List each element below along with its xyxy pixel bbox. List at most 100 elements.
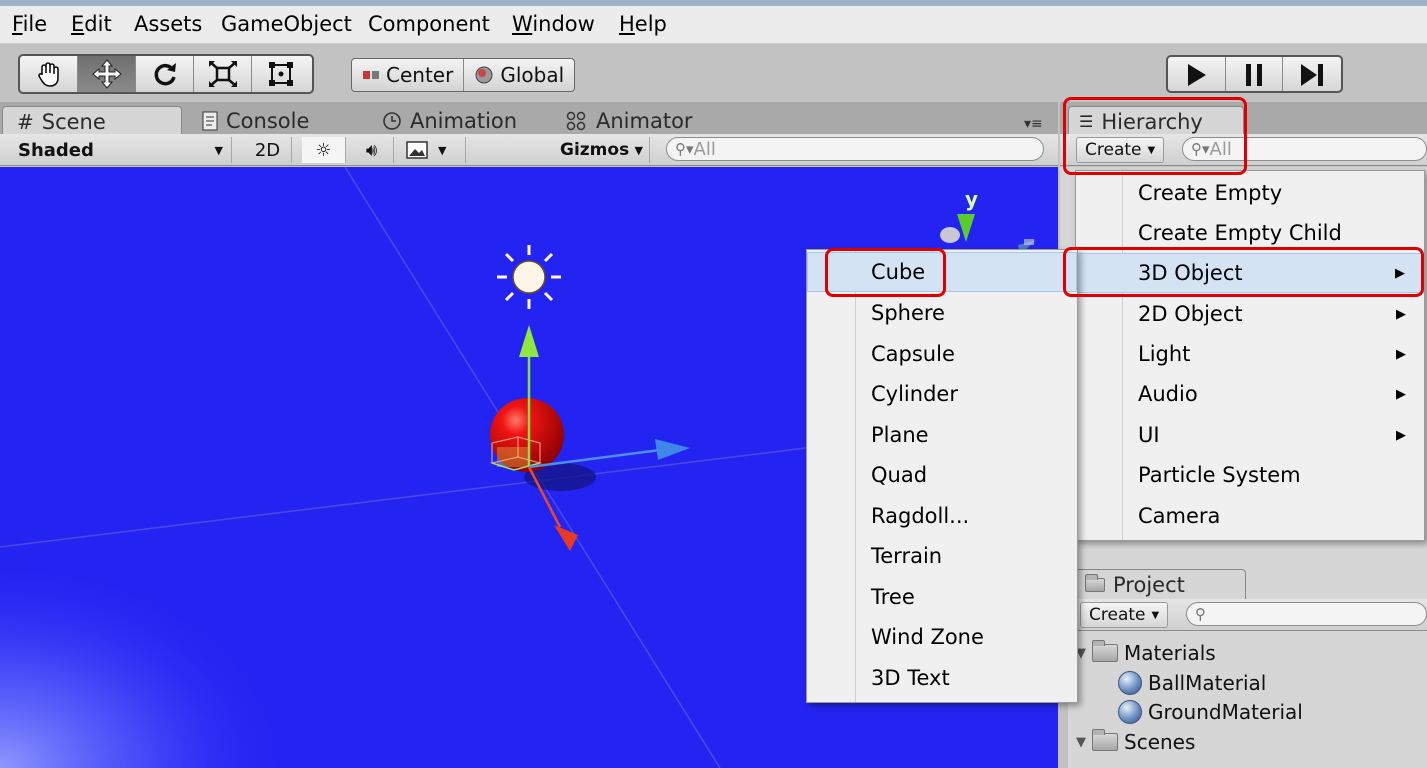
audio-toggle[interactable]: 🔊︎ [350, 137, 394, 163]
menu-item-create-empty[interactable]: Create Empty [1076, 173, 1424, 213]
pivot-center-label: Center [386, 63, 454, 87]
project-toolbar: Create ▼ ⚲ [1068, 599, 1427, 631]
menu-item-terrain[interactable]: Terrain [807, 536, 1077, 576]
menu-item-cube[interactable]: Cube [807, 252, 1077, 292]
menu-item-cylinder[interactable]: Cylinder [807, 374, 1077, 414]
menu-item-audio[interactable]: Audio ▶ [1076, 374, 1424, 414]
menu-gameobject[interactable]: GameObject [221, 12, 352, 36]
scale-icon [208, 61, 237, 87]
tab-animation[interactable]: Animation [382, 106, 517, 136]
tab-options-icon[interactable]: ▾≡ [1024, 116, 1043, 132]
menu-item-label: Cylinder [871, 382, 958, 406]
search-icon: ⚲▾ [1191, 140, 1210, 158]
lighting-toggle[interactable]: ☼ [302, 137, 346, 163]
menu-item-sphere[interactable]: Sphere [807, 293, 1077, 333]
menu-item-quad[interactable]: Quad [807, 455, 1077, 495]
tab-animator[interactable]: Animator [566, 106, 693, 136]
scene-search-input[interactable]: ⚲▾ All [666, 137, 1044, 161]
play-icon [1188, 64, 1207, 86]
mode-2d-label: 2D [254, 139, 281, 161]
asset-ballmaterial[interactable]: BallMaterial [1118, 671, 1266, 695]
toggle-2d-button[interactable]: 2D [244, 137, 292, 163]
hierarchy-toolbar: Create ▼ ⚲▾ All [1060, 134, 1427, 166]
hierarchy-create-button[interactable]: Create ▼ [1076, 137, 1165, 163]
tab-project[interactable]: Project [1074, 569, 1246, 599]
menu-item-label: 2D Object [1138, 302, 1243, 326]
create-menu: Create Empty Create Empty Child 3D Objec… [1075, 170, 1425, 541]
menu-item-particle-system[interactable]: Particle System [1076, 455, 1424, 495]
menu-item-plane[interactable]: Plane [807, 415, 1077, 455]
console-icon [202, 111, 218, 131]
tab-hierarchy[interactable]: ☰ Hierarchy [1068, 106, 1244, 136]
tab-console[interactable]: Console [202, 106, 309, 136]
menu-item-label: Quad [871, 463, 928, 487]
effects-dropdown[interactable]: ▼ [400, 137, 466, 163]
gizmos-dropdown[interactable]: Gizmos ▼ [554, 137, 650, 163]
submenu-arrow-icon: ▶ [1395, 265, 1405, 281]
move-tool-button[interactable] [78, 56, 136, 92]
menu-item-3d-text[interactable]: 3D Text [807, 658, 1077, 698]
menu-item-ragdoll[interactable]: Ragdoll... [807, 496, 1077, 536]
menu-file[interactable]: File [12, 12, 47, 36]
menu-item-label: Plane [871, 423, 929, 447]
folder-icon [1092, 729, 1118, 751]
menu-edit[interactable]: Edit [71, 12, 112, 36]
hierarchy-search-input[interactable]: ⚲▾ All [1182, 137, 1427, 161]
folder-scenes[interactable]: ▼ Scenes [1076, 729, 1195, 754]
menu-window[interactable]: Window [512, 12, 595, 36]
shading-dropdown[interactable]: Shaded ▼ [12, 137, 232, 163]
play-button[interactable] [1168, 57, 1226, 91]
asset-groundmaterial[interactable]: GroundMaterial [1118, 700, 1303, 724]
pivot-center-button[interactable]: Center [352, 59, 465, 91]
menu-item-ui[interactable]: UI ▶ [1076, 415, 1424, 455]
menu-item-label: Create Empty [1138, 181, 1283, 205]
menu-assets[interactable]: Assets [134, 12, 202, 36]
project-create-label: Create [1089, 605, 1146, 625]
menu-component[interactable]: Component [368, 12, 490, 36]
menu-item-3d-object[interactable]: 3D Object ▶ [1076, 253, 1424, 293]
hierarchy-search-placeholder: All [1209, 138, 1232, 160]
rect-tool-button[interactable] [252, 56, 310, 92]
pause-button[interactable] [1226, 57, 1284, 91]
menu-item-label: Ragdoll... [871, 504, 970, 528]
search-icon: ⚲ [1195, 605, 1206, 623]
material-sphere-icon [1118, 671, 1142, 695]
menu-item-create-empty-child[interactable]: Create Empty Child [1076, 213, 1424, 253]
folder-materials[interactable]: ▼ Materials [1076, 640, 1216, 665]
pivot-global-label: Global [500, 63, 565, 87]
menu-item-label: Terrain [871, 544, 943, 568]
menu-item-label: Sphere [871, 301, 945, 325]
playback-controls [1166, 55, 1343, 93]
tab-scene[interactable]: # Scene [2, 106, 182, 136]
scene-toolbar: Shaded ▼ 2D ☼ 🔊︎ ▼ Gizmos ▼ ⚲▾ All [0, 134, 1058, 166]
rotate-tool-button[interactable] [136, 56, 194, 92]
sun-icon: ☼ [315, 139, 332, 161]
expand-arrow-icon: ▼ [1076, 734, 1086, 750]
menu-item-wind-zone[interactable]: Wind Zone [807, 617, 1077, 657]
directional-light-icon[interactable] [497, 245, 561, 309]
pivot-global-button[interactable]: Global [464, 59, 574, 91]
submenu-arrow-icon: ▶ [1396, 427, 1406, 443]
hierarchy-create-label: Create [1085, 140, 1142, 160]
menu-item-camera[interactable]: Camera [1076, 496, 1424, 536]
main-toolbar: Center Global [0, 44, 1427, 102]
menu-item-label: Wind Zone [871, 625, 984, 649]
menu-item-label: UI [1138, 423, 1160, 447]
chevron-down-icon: ▼ [438, 143, 447, 157]
submenu-arrow-icon: ▶ [1396, 346, 1406, 362]
rect-icon [269, 62, 293, 86]
scale-tool-button[interactable] [194, 56, 252, 92]
menu-item-light[interactable]: Light ▶ [1076, 334, 1424, 374]
scene-search-placeholder: All [693, 138, 716, 160]
menu-item-capsule[interactable]: Capsule [807, 334, 1077, 374]
tab-console-label: Console [226, 109, 310, 133]
project-search-input[interactable]: ⚲ [1186, 602, 1427, 626]
step-button[interactable] [1283, 57, 1341, 91]
hand-tool-button[interactable] [20, 56, 78, 92]
globe-icon [475, 66, 493, 84]
menu-help[interactable]: Help [619, 12, 667, 36]
project-create-button[interactable]: Create ▼ [1080, 602, 1169, 628]
menu-item-tree[interactable]: Tree [807, 577, 1077, 617]
menu-item-2d-object[interactable]: 2D Object ▶ [1076, 294, 1424, 334]
project-panel: Project Create ▼ ⚲ ▼ Materials BallMater… [1068, 565, 1427, 768]
